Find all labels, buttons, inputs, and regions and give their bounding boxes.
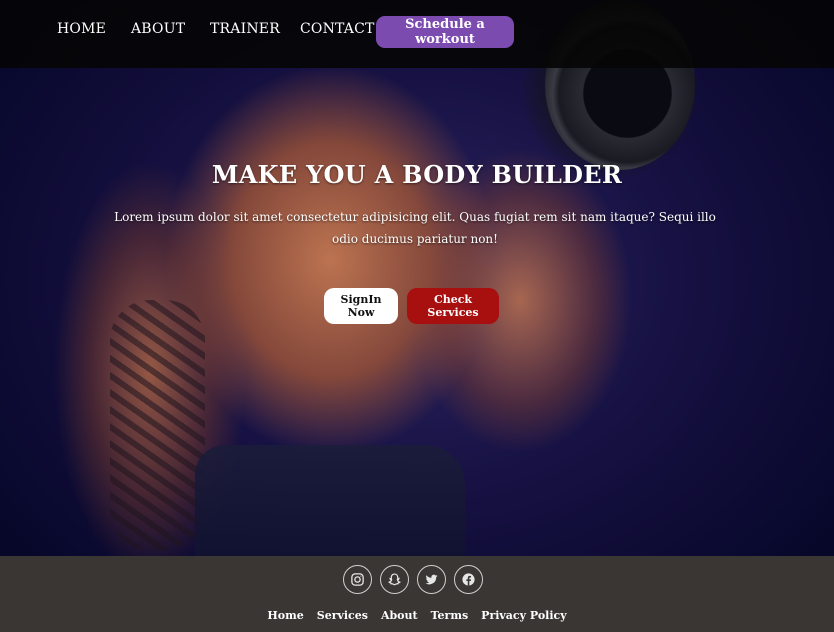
social-icons-row bbox=[343, 565, 483, 594]
footer-terms-link[interactable]: Terms bbox=[431, 609, 469, 622]
hero-background-image bbox=[0, 0, 834, 556]
arm-tattoo-shape bbox=[110, 300, 205, 550]
page: HOME ABOUT TRAINER CONTACT Schedule a wo… bbox=[0, 0, 834, 632]
shorts-shape bbox=[195, 445, 465, 556]
check-services-button[interactable]: Check Services bbox=[407, 288, 499, 324]
nav-trainer-link[interactable]: TRAINER bbox=[210, 21, 280, 37]
footer-privacy-link[interactable]: Privacy Policy bbox=[481, 609, 566, 622]
hero-title: MAKE YOU A BODY BUILDER bbox=[211, 160, 623, 189]
nav-home-link[interactable]: HOME bbox=[57, 21, 106, 37]
nav-about-link[interactable]: ABOUT bbox=[131, 21, 185, 37]
facebook-icon[interactable] bbox=[454, 565, 483, 594]
footer-links: Home Services About Terms Privacy Policy bbox=[0, 609, 834, 622]
top-navbar: HOME ABOUT TRAINER CONTACT Schedule a wo… bbox=[0, 0, 834, 68]
snapchat-icon[interactable] bbox=[380, 565, 409, 594]
instagram-icon[interactable] bbox=[343, 565, 372, 594]
schedule-workout-button[interactable]: Schedule a workout bbox=[376, 16, 514, 48]
nav-contact-link[interactable]: CONTACT bbox=[300, 21, 375, 37]
footer-about-link[interactable]: About bbox=[381, 609, 418, 622]
twitter-icon[interactable] bbox=[417, 565, 446, 594]
signin-button[interactable]: SignIn Now bbox=[324, 288, 398, 324]
footer-home-link[interactable]: Home bbox=[267, 609, 303, 622]
footer-services-link[interactable]: Services bbox=[317, 609, 368, 622]
hero-description: Lorem ipsum dolor sit amet consectetur a… bbox=[114, 210, 716, 246]
